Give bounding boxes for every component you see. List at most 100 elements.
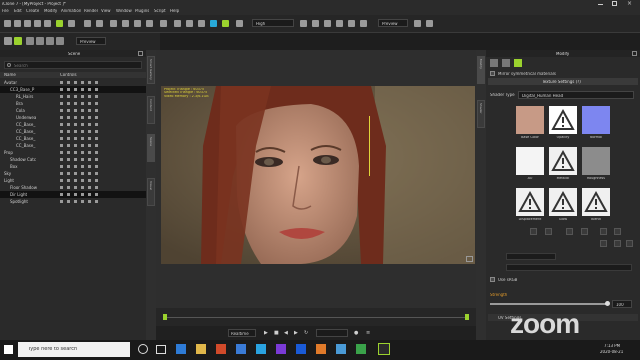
channel-button-1[interactable] <box>600 240 607 247</box>
next-frame-icon[interactable]: ▶ <box>294 330 298 336</box>
scale-tool-icon[interactable] <box>46 37 54 45</box>
tree-row-controls[interactable] <box>60 116 100 119</box>
channel-button-3[interactable] <box>626 240 633 247</box>
texture-settings-header[interactable]: Texture Settings (?) <box>488 78 638 85</box>
thumb-normal[interactable] <box>582 106 610 134</box>
edit-image-button[interactable] <box>545 228 552 235</box>
timeline-toggle-icon[interactable]: ≡ <box>366 330 370 336</box>
windows-start-icon[interactable] <box>4 345 13 354</box>
scene-search-input[interactable]: Search <box>4 61 142 69</box>
tree-row[interactable]: Floor Shadow <box>0 184 146 191</box>
light-icon[interactable] <box>236 20 243 27</box>
viewport-expand-icon[interactable] <box>466 256 473 262</box>
tree-row-controls[interactable] <box>60 193 100 196</box>
office-icon[interactable] <box>216 344 226 354</box>
eye-icon[interactable] <box>222 20 229 27</box>
tree-row-controls[interactable] <box>60 179 100 182</box>
cortana-icon[interactable] <box>138 344 148 354</box>
tree-row[interactable]: Underwea <box>0 114 146 121</box>
quality-dropdown[interactable]: High <box>252 19 294 27</box>
menu-window[interactable]: Window <box>116 9 132 13</box>
tree-row[interactable]: Light <box>0 177 146 184</box>
flip-button[interactable] <box>566 228 573 235</box>
thumb-opacity[interactable] <box>549 106 577 134</box>
prev-frame-icon[interactable]: ◀ <box>284 330 288 336</box>
pan-icon[interactable] <box>198 20 205 27</box>
delete-button[interactable] <box>614 228 621 235</box>
explorer-icon[interactable] <box>196 344 206 354</box>
open-icon[interactable] <box>14 20 21 27</box>
wireframe-icon[interactable] <box>312 20 319 27</box>
redo-icon[interactable] <box>96 20 103 27</box>
clear-button[interactable] <box>600 228 607 235</box>
grid-icon[interactable] <box>300 20 307 27</box>
scale-icon[interactable] <box>146 20 153 27</box>
tree-row-controls[interactable] <box>60 144 100 147</box>
menu-plugins[interactable]: Plugins <box>135 9 149 13</box>
maximize-icon[interactable] <box>612 1 617 6</box>
material-tab-icon[interactable] <box>514 59 522 67</box>
thumb-roughness[interactable] <box>582 147 610 175</box>
zoom-icon[interactable] <box>186 20 193 27</box>
timeline-start-marker[interactable] <box>163 314 167 320</box>
close-icon[interactable]: × <box>627 1 632 7</box>
tree-row-controls[interactable] <box>60 81 100 84</box>
tree-row-controls[interactable] <box>60 123 100 126</box>
mirror-checkbox[interactable] <box>490 71 495 76</box>
premiere-icon[interactable] <box>276 344 286 354</box>
uv-dropdown[interactable] <box>506 264 632 271</box>
app-icon-2[interactable] <box>256 344 266 354</box>
menu-modify[interactable]: Modify <box>44 9 57 13</box>
modify-tab-icon-1[interactable] <box>490 59 498 67</box>
shadow-icon[interactable] <box>336 20 343 27</box>
rotate-icon[interactable] <box>134 20 141 27</box>
tree-row-controls[interactable] <box>60 200 100 203</box>
camera-dropdown[interactable]: Preview <box>76 37 106 45</box>
task-view-icon[interactable] <box>156 345 166 354</box>
menu-animation[interactable]: Animation <box>61 9 81 13</box>
load-image-button[interactable] <box>530 228 537 235</box>
aa-icon[interactable] <box>348 20 355 27</box>
tree-row-controls[interactable] <box>60 88 100 91</box>
tree-row[interactable]: CC_Base_ <box>0 135 146 142</box>
thumb-metallic[interactable] <box>549 147 577 175</box>
tree-row-controls[interactable] <box>60 130 100 133</box>
tree-row-controls[interactable] <box>60 102 100 105</box>
tree-row-controls[interactable] <box>60 165 100 168</box>
tree-row-controls[interactable] <box>60 158 100 161</box>
tab-content[interactable]: Content <box>147 96 155 124</box>
undo-icon[interactable] <box>84 20 91 27</box>
tree-row-controls[interactable] <box>60 151 100 154</box>
menu-script[interactable]: Script <box>154 9 166 13</box>
import-icon[interactable] <box>34 20 41 27</box>
render-icon[interactable] <box>414 20 421 27</box>
tree-row[interactable]: CC3_Base_P <box>0 86 146 93</box>
iclone-taskbar-icon[interactable] <box>378 343 390 355</box>
blend-mode-dropdown[interactable] <box>506 253 556 260</box>
panel-close-icon[interactable] <box>632 51 637 56</box>
tab-modify-side[interactable]: Modify <box>477 56 485 84</box>
render-view[interactable] <box>161 86 475 264</box>
tree-row[interactable]: Prop <box>0 149 146 156</box>
menu-help[interactable]: Help <box>170 9 179 13</box>
tree-row[interactable]: Spotlight <box>0 198 146 205</box>
modify-tab-icon-2[interactable] <box>502 59 510 67</box>
tree-row-controls[interactable] <box>60 95 100 98</box>
thumb-blend[interactable] <box>582 188 610 216</box>
timeline-track[interactable] <box>164 317 468 318</box>
settings-icon[interactable] <box>426 20 433 27</box>
tab-scene[interactable]: Scene <box>147 134 155 162</box>
minimize-icon[interactable] <box>598 4 603 5</box>
move-icon[interactable] <box>122 20 129 27</box>
play-icon[interactable]: ▶ <box>264 330 268 336</box>
menu-file[interactable]: File <box>2 9 9 13</box>
rotate-texture-button[interactable] <box>581 228 588 235</box>
tree-row[interactable]: CC_Base_ <box>0 128 146 135</box>
export-icon[interactable] <box>44 20 51 27</box>
look-at-icon[interactable] <box>210 20 217 27</box>
new-project-icon[interactable] <box>4 20 11 27</box>
tree-row[interactable]: Dir Light <box>0 191 146 198</box>
ao-icon[interactable] <box>360 20 367 27</box>
tab-smart-gallery[interactable]: Smart Gallery <box>147 56 155 84</box>
save-icon[interactable] <box>24 20 31 27</box>
